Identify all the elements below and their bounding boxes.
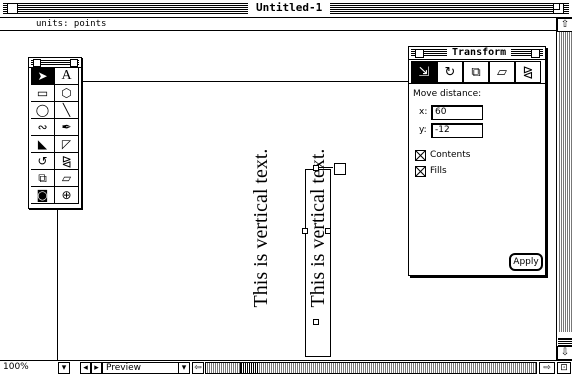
move-distance-label: Move distance:: [413, 89, 482, 99]
toolbox-palette[interactable]: ➤ A ▭ ⬡ ◯ ╲ ∾ ✒ ◣ ◸ ↺ ⧎ ⧉ ▱ ◙ ⊕: [28, 57, 82, 209]
page-next-icon[interactable]: ▸: [91, 362, 102, 374]
selection-handle-left[interactable]: [302, 228, 308, 234]
scroll-up-arrow-icon[interactable]: ⇧: [557, 18, 572, 32]
transform-close-box[interactable]: [415, 49, 424, 58]
vertical-scroll-track[interactable]: [558, 32, 572, 332]
reflect-tab-icon[interactable]: ⧎: [515, 61, 541, 83]
window-title: Untitled-1: [248, 1, 331, 15]
reflect-tool-icon[interactable]: ⧎: [55, 153, 79, 170]
y-label: y:: [419, 125, 427, 135]
x-distance-field[interactable]: 60: [431, 105, 483, 120]
text-tool-icon[interactable]: A: [55, 68, 79, 85]
zoom-level[interactable]: 100%: [3, 361, 29, 374]
toolbox-title-bar[interactable]: [29, 58, 81, 68]
view-mode-select[interactable]: Preview: [102, 362, 179, 374]
skew-tab-icon[interactable]: ▱: [489, 61, 515, 83]
scroll-down-arrow-icon[interactable]: ⇩: [557, 346, 572, 360]
y-distance-field[interactable]: -12: [431, 123, 483, 138]
zoom-tool-icon[interactable]: ⊕: [55, 187, 79, 204]
selection-bounding-box[interactable]: [305, 169, 331, 357]
status-bar: 100% ▾ ◂ ▸ Preview ▾ ⇦ ⇨ ⊡: [0, 360, 572, 374]
polygon-tool-icon[interactable]: ⬡: [55, 85, 79, 102]
rectangle-tool-icon[interactable]: ▭: [31, 85, 55, 102]
page-prev-icon[interactable]: ◂: [80, 362, 91, 374]
transform-title-bar[interactable]: Transform: [409, 47, 545, 60]
tab-divider: [409, 83, 545, 84]
fills-label: Fills: [430, 166, 447, 176]
toolbox-zoom-box[interactable]: [70, 59, 78, 67]
fills-checkbox[interactable]: [415, 166, 426, 177]
knife-tool-icon[interactable]: ◣: [31, 136, 55, 153]
rotate-tab-icon[interactable]: ↻: [437, 61, 463, 83]
trace-tool-icon[interactable]: ◙: [31, 187, 55, 204]
pen-tool-icon[interactable]: ✒: [55, 119, 79, 136]
line-tool-icon[interactable]: ╲: [55, 102, 79, 119]
contents-checkbox[interactable]: [415, 150, 426, 161]
selection-handle-top[interactable]: [313, 165, 319, 171]
apply-button[interactable]: Apply: [509, 253, 543, 271]
selection-arrow-tool-icon[interactable]: ➤: [31, 68, 55, 85]
vertical-scrollbar[interactable]: ⇧ ⇩: [556, 18, 572, 360]
scroll-right-arrow-icon[interactable]: ⇨: [539, 362, 555, 374]
page-edge-top: [80, 81, 410, 82]
rotate-tool-icon[interactable]: ↺: [31, 153, 55, 170]
skew-tool-icon[interactable]: ▱: [55, 170, 79, 187]
selection-handle-right[interactable]: [325, 228, 331, 234]
scale-tab-icon[interactable]: ⧉: [463, 61, 489, 83]
scale-tool-icon[interactable]: ⧉: [31, 170, 55, 187]
units-label: units: points: [36, 19, 107, 29]
contents-label: Contents: [430, 150, 471, 160]
freehand-tool-icon[interactable]: ∾: [31, 119, 55, 136]
units-bar: units: points: [0, 18, 556, 31]
view-mode-label: Preview: [106, 363, 142, 373]
zoom-menu-arrow-icon[interactable]: ▾: [58, 362, 70, 374]
move-tab-icon[interactable]: ⇲: [411, 61, 437, 83]
scroll-left-arrow-icon[interactable]: ⇦: [192, 362, 204, 374]
window-close-box[interactable]: [7, 3, 18, 14]
transform-zoom-box[interactable]: [531, 49, 540, 58]
text-overflow-box[interactable]: [334, 163, 346, 175]
x-label: x:: [419, 107, 428, 117]
resize-grip-icon[interactable]: ⊡: [557, 362, 571, 374]
vertical-text-object[interactable]: This is vertical text.: [249, 128, 273, 328]
transform-palette[interactable]: Transform ⇲ ↻ ⧉ ▱ ⧎ Move distance: x: 60…: [408, 46, 546, 276]
view-mode-arrow-icon[interactable]: ▾: [178, 362, 190, 374]
text-link-line: [319, 167, 333, 168]
window-title-bar[interactable]: Untitled-1: [0, 0, 572, 18]
bezigon-tool-icon[interactable]: ◸: [55, 136, 79, 153]
selection-handle-bottom[interactable]: [313, 319, 319, 325]
transform-title: Transform: [447, 47, 512, 59]
horizontal-scroll-thumb[interactable]: [240, 362, 258, 374]
window-zoom-box[interactable]: [553, 3, 564, 14]
ellipse-tool-icon[interactable]: ◯: [31, 102, 55, 119]
toolbox-close-box[interactable]: [33, 59, 41, 67]
